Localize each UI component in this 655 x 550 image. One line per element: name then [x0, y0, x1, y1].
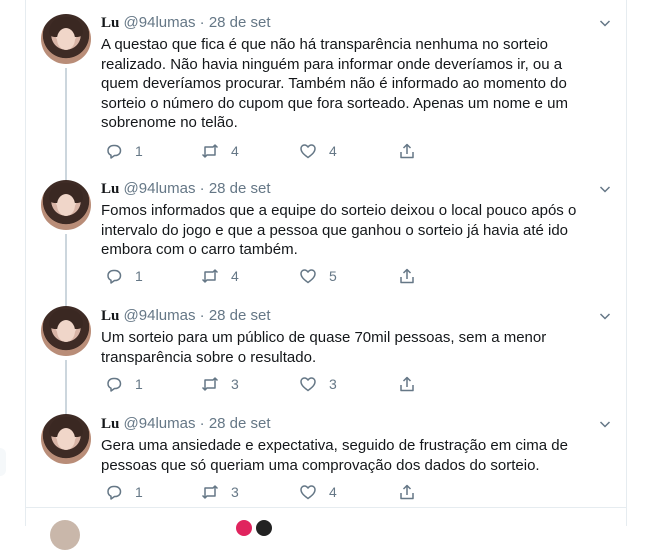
separator: ·	[199, 415, 205, 432]
like-button[interactable]: 5	[299, 266, 337, 286]
tweet-thread: Lu @94lumas · 28 de set A questao que fi…	[25, 0, 627, 526]
user-handle[interactable]: @94lumas	[124, 180, 196, 197]
tweet-header: Lu @94lumas · 28 de set	[101, 180, 611, 198]
share-icon	[400, 484, 414, 500]
separator: ·	[199, 307, 205, 324]
reply-button[interactable]: 1	[105, 374, 143, 394]
user-handle[interactable]: @94lumas	[124, 14, 196, 31]
separator: ·	[199, 14, 205, 31]
thread-connector	[65, 170, 67, 180]
heart-icon	[300, 485, 316, 500]
thread-connector	[65, 360, 67, 406]
reaction-avatar	[236, 520, 252, 536]
side-tab	[0, 448, 6, 476]
display-name[interactable]: Lu	[101, 308, 119, 324]
chevron-down-icon[interactable]	[599, 183, 611, 195]
retweet-count: 3	[231, 376, 239, 392]
tweet-header: Lu @94lumas · 28 de set	[101, 307, 611, 325]
chevron-down-icon[interactable]	[599, 418, 611, 430]
retweet-button[interactable]: 3	[201, 482, 239, 502]
like-count: 5	[329, 268, 337, 284]
share-icon	[400, 143, 414, 159]
share-button[interactable]	[398, 482, 416, 502]
retweet-icon	[201, 144, 219, 158]
like-button[interactable]: 4	[299, 482, 337, 502]
reply-icon	[107, 144, 122, 159]
share-button[interactable]	[398, 141, 416, 161]
tweet-actions: 1 3 4	[101, 482, 421, 502]
thread-connector	[65, 298, 67, 306]
tweet-text: A questao que fica é que não há transpar…	[101, 36, 568, 131]
chevron-down-icon[interactable]	[599, 17, 611, 29]
retweet-icon	[201, 269, 219, 283]
share-icon	[400, 268, 414, 284]
retweet-icon	[201, 377, 219, 391]
reply-button[interactable]: 1	[105, 266, 143, 286]
reply-count: 1	[135, 268, 143, 284]
retweet-count: 4	[231, 268, 239, 284]
avatar[interactable]	[50, 520, 80, 550]
timestamp[interactable]: 28 de set	[209, 14, 271, 31]
share-icon	[400, 376, 414, 392]
like-count: 3	[329, 376, 337, 392]
chevron-down-icon[interactable]	[599, 310, 611, 322]
like-count: 4	[329, 143, 337, 159]
tweet-header: Lu @94lumas · 28 de set	[101, 14, 611, 32]
reply-count: 1	[135, 376, 143, 392]
tweet[interactable]: Lu @94lumas · 28 de set A questao que fi…	[26, 0, 626, 170]
thread-connector	[65, 234, 67, 298]
retweet-icon	[201, 485, 219, 499]
thread-connector	[65, 406, 67, 414]
timestamp[interactable]: 28 de set	[209, 415, 271, 432]
divider	[25, 507, 627, 508]
heart-icon	[300, 377, 316, 392]
reply-button[interactable]: 1	[105, 141, 143, 161]
tweet-actions: 1 4 5	[101, 266, 421, 286]
share-button[interactable]	[398, 266, 416, 286]
retweet-button[interactable]: 3	[201, 374, 239, 394]
user-handle[interactable]: @94lumas	[124, 415, 196, 432]
display-name[interactable]: Lu	[101, 416, 119, 432]
tweet[interactable]: Lu @94lumas · 28 de set Fomos informados…	[26, 170, 626, 298]
avatar[interactable]	[41, 14, 91, 64]
like-button[interactable]: 4	[299, 141, 337, 161]
tweet[interactable]: Lu @94lumas · 28 de set Um sorteio para …	[26, 298, 626, 406]
reply-count: 1	[135, 143, 143, 159]
heart-icon	[300, 269, 316, 284]
timestamp[interactable]: 28 de set	[209, 180, 271, 197]
tweet-actions: 1 3 3	[101, 374, 421, 394]
tweet-text: Fomos informados que a equipe do sorteio…	[101, 202, 577, 258]
avatar[interactable]	[41, 180, 91, 230]
timestamp[interactable]: 28 de set	[209, 307, 271, 324]
heart-icon	[300, 144, 316, 159]
tweet-actions: 1 4 4	[101, 141, 421, 161]
retweet-button[interactable]: 4	[201, 266, 239, 286]
retweet-count: 3	[231, 484, 239, 500]
reply-icon	[107, 377, 122, 392]
display-name[interactable]: Lu	[101, 181, 119, 197]
display-name[interactable]: Lu	[101, 15, 119, 31]
avatar[interactable]	[41, 306, 91, 356]
like-count: 4	[329, 484, 337, 500]
avatar[interactable]	[41, 414, 91, 464]
reply-button[interactable]: 1	[105, 482, 143, 502]
thread-connector	[65, 68, 67, 170]
reply-count: 1	[135, 484, 143, 500]
tweet-header: Lu @94lumas · 28 de set	[101, 415, 611, 433]
tweet[interactable]: Lu @94lumas · 28 de set Gera uma ansieda…	[26, 406, 626, 507]
share-button[interactable]	[398, 374, 416, 394]
reply-icon	[107, 269, 122, 284]
reply-icon	[107, 485, 122, 500]
user-handle[interactable]: @94lumas	[124, 307, 196, 324]
like-button[interactable]: 3	[299, 374, 337, 394]
retweet-count: 4	[231, 143, 239, 159]
reaction-avatar	[256, 520, 272, 536]
retweet-button[interactable]: 4	[201, 141, 239, 161]
tweet-text: Gera uma ansiedade e expectativa, seguid…	[101, 437, 568, 474]
separator: ·	[199, 180, 205, 197]
tweet-text: Um sorteio para um público de quase 70mi…	[101, 329, 547, 366]
